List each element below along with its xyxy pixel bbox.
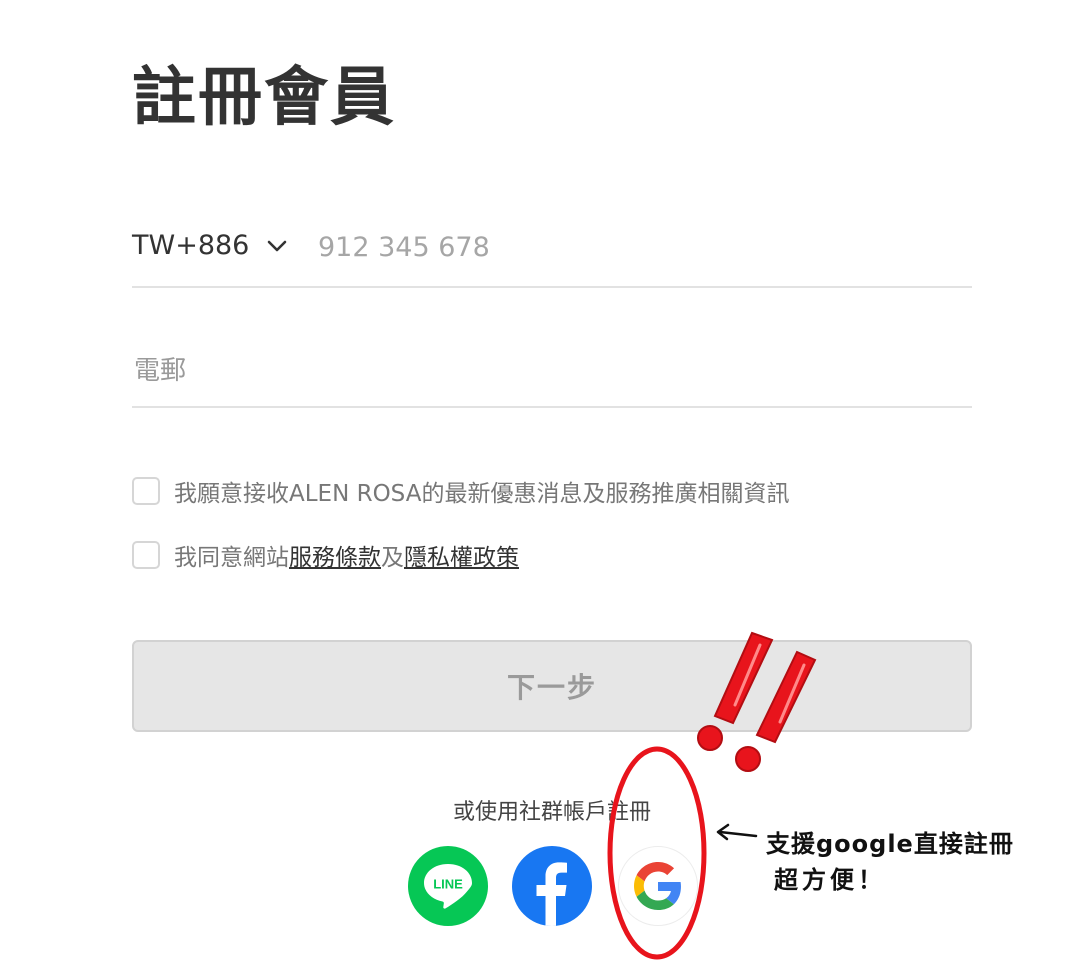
next-step-button[interactable]: 下一步 <box>132 640 972 732</box>
terms-consent-checkbox[interactable] <box>132 541 160 569</box>
marketing-consent-checkbox[interactable] <box>132 477 160 505</box>
country-code-label: TW+886 <box>132 230 250 261</box>
line-logo-icon: LINE <box>424 864 472 909</box>
email-input[interactable] <box>132 350 956 392</box>
annotation-line-1: 支援google直接註冊 <box>766 830 1014 858</box>
privacy-policy-link[interactable]: 隱私權政策 <box>404 538 519 572</box>
facebook-login-button[interactable] <box>512 846 592 926</box>
arrow-left-icon <box>716 823 758 841</box>
terms-consent-row: 我同意網站 服務條款及隱私權政策 <box>132 538 519 572</box>
google-login-button[interactable] <box>618 846 698 926</box>
social-signup-caption: 或使用社群帳戶註冊 <box>452 800 651 825</box>
chevron-down-icon <box>268 240 287 252</box>
line-logo-text: LINE <box>433 877 463 892</box>
google-logo-icon <box>634 862 681 910</box>
terms-prefix: 我同意網站 <box>174 545 289 571</box>
annotation-line-2: 超方便！ <box>774 866 886 894</box>
marketing-consent-label: 我願意接收ALEN ROSA的最新優惠消息及服務推廣相關資訊 <box>174 481 790 507</box>
page-title: 註冊會員 <box>132 61 396 135</box>
country-code-select[interactable]: TW+886 <box>132 226 289 266</box>
terms-of-service-link[interactable]: 服務條款 <box>289 538 381 572</box>
line-login-button[interactable]: LINE <box>408 846 488 926</box>
email-field-row <box>132 346 972 408</box>
annotation-note: 支援google直接註冊 超方便！ <box>766 826 1014 898</box>
facebook-logo-icon <box>536 862 567 926</box>
phone-field-row: TW+886 <box>132 220 972 288</box>
terms-joiner: 及 <box>381 545 404 571</box>
marketing-consent-row: 我願意接收ALEN ROSA的最新優惠消息及服務推廣相關資訊 <box>132 474 789 508</box>
phone-number-input[interactable] <box>316 226 940 268</box>
